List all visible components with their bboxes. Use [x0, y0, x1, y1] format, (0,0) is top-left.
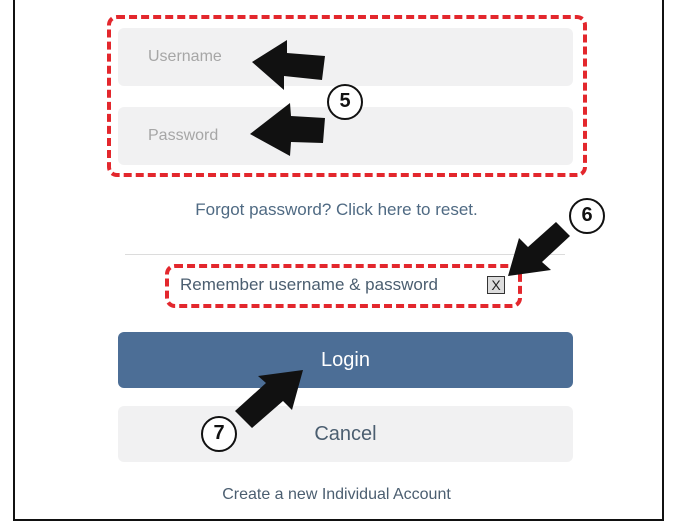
- arrow-icon: [252, 40, 325, 90]
- step-7-badge: 7: [201, 416, 237, 452]
- arrow-icon: [250, 103, 325, 156]
- arrow-icon: [508, 222, 570, 276]
- step-6-badge: 6: [569, 198, 605, 234]
- callout-arrows: [235, 40, 570, 428]
- arrow-icon: [235, 370, 303, 428]
- step-5-badge: 5: [327, 84, 363, 120]
